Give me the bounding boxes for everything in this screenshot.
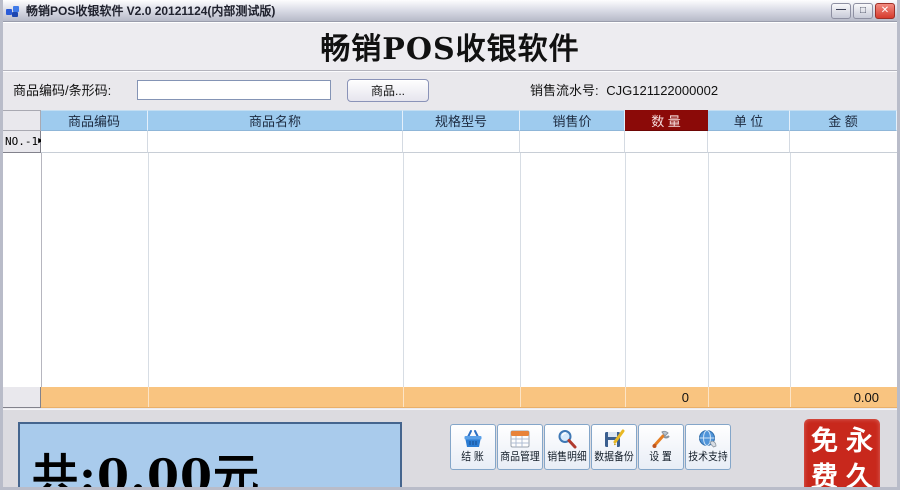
barcode-label: 商品编码/条形码: bbox=[13, 83, 112, 98]
column-divider bbox=[520, 153, 521, 387]
grid-totals-row: 0 0.00 bbox=[3, 387, 897, 408]
col-header-spec-model: 规格型号 bbox=[403, 110, 520, 131]
button-label: 销售明细 bbox=[547, 451, 587, 463]
column-divider bbox=[148, 153, 149, 387]
column-divider bbox=[625, 153, 626, 387]
pos-app-window: 畅销POS收银软件 V2.0 20121124(内部测试版) — □ ✕ 畅销P… bbox=[0, 0, 900, 490]
col-header-quantity: 数 量 bbox=[625, 110, 708, 131]
serial-value: CJG121122000002 bbox=[606, 83, 719, 98]
data-backup-icon bbox=[605, 429, 625, 447]
app-icon bbox=[6, 5, 19, 17]
maximize-button[interactable]: □ bbox=[853, 2, 873, 19]
cell-quantity bbox=[625, 131, 708, 153]
close-button[interactable]: ✕ bbox=[875, 2, 895, 19]
total-quantity: 0 bbox=[681, 390, 689, 405]
settings-button[interactable]: 设 置 bbox=[638, 424, 684, 470]
button-label: 设 置 bbox=[649, 451, 673, 463]
stamp-char: 久 bbox=[846, 462, 873, 490]
checkout-button[interactable]: 结 账 bbox=[450, 424, 496, 470]
button-label: 商品管理 bbox=[500, 451, 540, 463]
grid-body bbox=[3, 153, 897, 387]
grid-corner-cell bbox=[3, 110, 41, 131]
barcode-input[interactable] bbox=[137, 80, 331, 100]
cell-amount bbox=[790, 131, 897, 153]
row-number: NO.-1 bbox=[5, 135, 39, 148]
column-divider bbox=[148, 387, 149, 407]
settings-icon bbox=[652, 430, 670, 448]
col-header-unit: 单 位 bbox=[708, 110, 790, 131]
product-management-icon bbox=[510, 430, 530, 448]
entry-row: 商品编码/条形码: 商品... 销售流水号: CJG121122000002 bbox=[3, 71, 897, 112]
column-divider bbox=[403, 153, 404, 387]
sales-detail-button[interactable]: 销售明细 bbox=[544, 424, 590, 470]
column-divider bbox=[790, 153, 791, 387]
cell-sale-price bbox=[520, 131, 625, 153]
free-forever-stamp: 免 永 费 久 bbox=[804, 419, 880, 490]
toolbar: 结 账 商品管理 销售明细 数据备份 设 置 技术支持 bbox=[450, 424, 731, 470]
cell-spec-model bbox=[403, 131, 520, 153]
grid-row-1[interactable]: NO.-1 ▶ bbox=[3, 131, 897, 153]
column-divider bbox=[520, 387, 521, 407]
app-banner: 畅销POS收银软件 bbox=[3, 22, 897, 71]
footer-panel: 共:0.00元 结 账 商品管理 销售明细 数据备份 设 置 技术支持 免 永 … bbox=[3, 409, 897, 487]
cell-unit bbox=[708, 131, 790, 153]
checkout-icon bbox=[464, 430, 482, 447]
cell-product-code bbox=[41, 131, 148, 153]
minimize-icon: — bbox=[836, 3, 846, 15]
button-label: 结 账 bbox=[461, 451, 485, 463]
col-header-product-name: 商品名称 bbox=[148, 110, 403, 131]
tech-support-button[interactable]: 技术支持 bbox=[685, 424, 731, 470]
window-title: 畅销POS收银软件 V2.0 20121124(内部测试版) bbox=[26, 4, 276, 18]
close-icon: ✕ bbox=[880, 4, 890, 16]
col-header-amount: 金 额 bbox=[790, 110, 897, 131]
sales-detail-icon bbox=[558, 430, 577, 449]
cell-product-name bbox=[148, 131, 403, 153]
col-header-product-code: 商品编码 bbox=[41, 110, 148, 131]
product-management-button[interactable]: 商品管理 bbox=[497, 424, 543, 470]
titlebar[interactable]: 畅销POS收银软件 V2.0 20121124(内部测试版) — □ ✕ bbox=[3, 0, 897, 22]
maximize-icon: □ bbox=[859, 4, 867, 16]
grid-header: 商品编码 商品名称 规格型号 销售价 数 量 单 位 金 额 bbox=[3, 110, 897, 131]
tech-support-icon bbox=[699, 430, 717, 448]
column-divider bbox=[708, 387, 709, 407]
column-divider bbox=[708, 153, 709, 387]
col-header-sale-price: 销售价 bbox=[520, 110, 625, 131]
total-amount: 0.00 bbox=[853, 390, 879, 405]
app-title: 畅销POS收银软件 bbox=[320, 32, 580, 67]
totals-strip: 0 0.00 bbox=[41, 387, 897, 408]
minimize-button[interactable]: — bbox=[831, 2, 851, 19]
button-label: 技术支持 bbox=[688, 451, 728, 463]
button-label: 数据备份 bbox=[594, 451, 634, 463]
grand-total-display: 共:0.00元 bbox=[18, 422, 402, 487]
stamp-char: 永 bbox=[846, 426, 873, 457]
serial-number: 销售流水号: CJG121122000002 bbox=[530, 72, 718, 109]
column-divider bbox=[403, 387, 404, 407]
stamp-char: 费 bbox=[811, 462, 838, 490]
serial-label: 销售流水号: bbox=[530, 83, 599, 98]
row-indicator-cell: NO.-1 ▶ bbox=[3, 131, 44, 153]
product-button[interactable]: 商品... bbox=[347, 79, 429, 102]
totals-row-indicator bbox=[3, 387, 41, 408]
column-divider bbox=[41, 153, 42, 387]
data-backup-button[interactable]: 数据备份 bbox=[591, 424, 637, 470]
stamp-char: 免 bbox=[811, 426, 838, 457]
